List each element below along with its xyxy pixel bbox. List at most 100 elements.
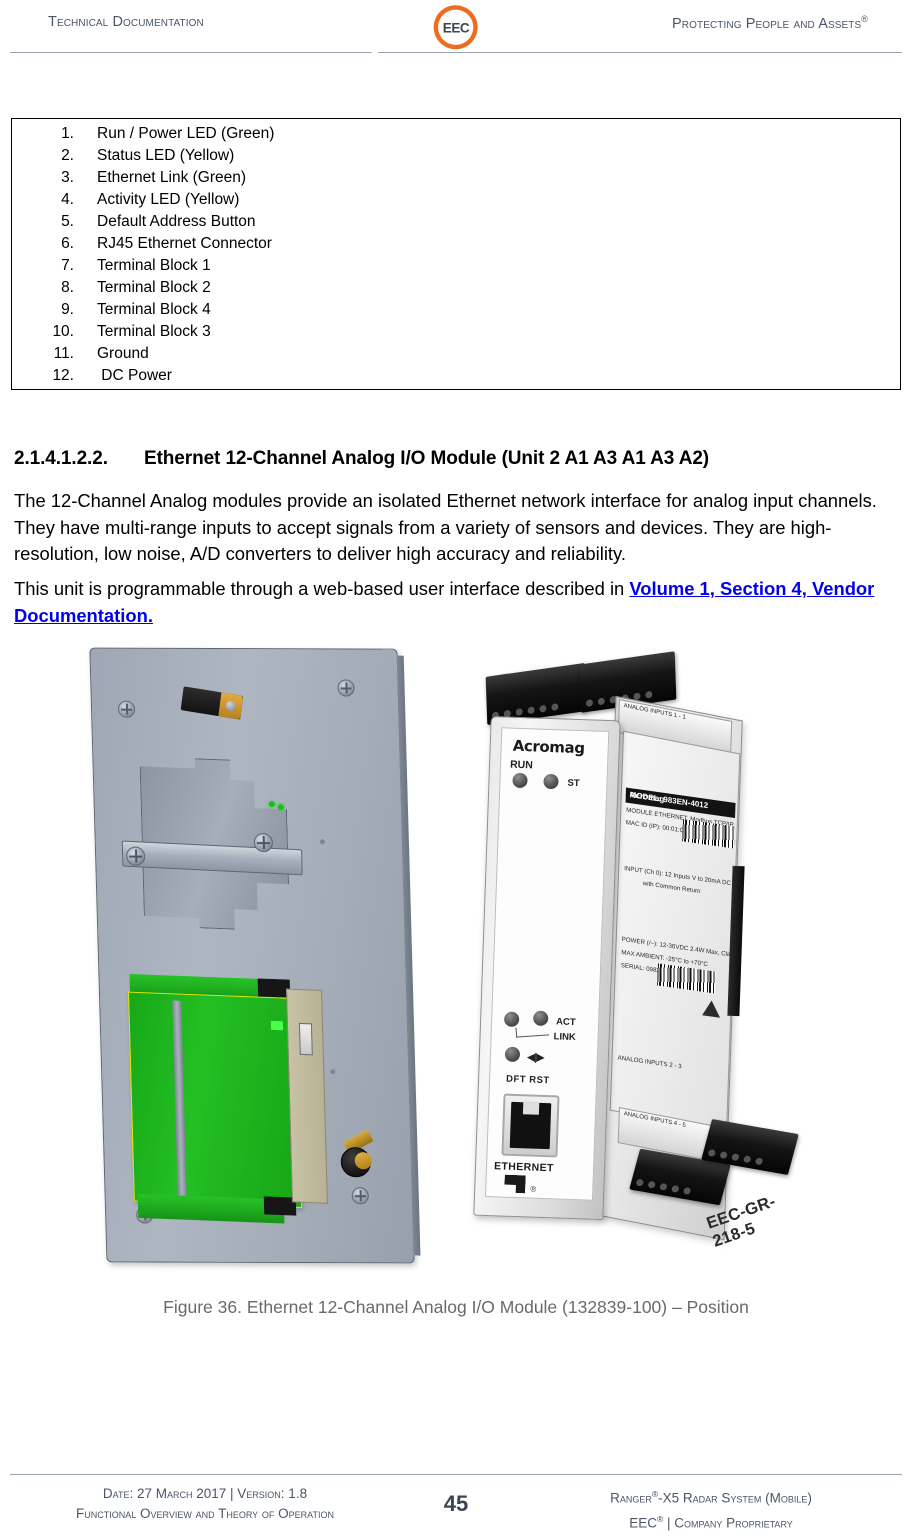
product-label-sticker: Acromag MODEL: 983EN-4012 MODULE ETHERNE…: [609, 730, 741, 1134]
status-label: ST: [567, 777, 580, 790]
svg-text:EEC: EEC: [443, 21, 470, 36]
list-item: 1. Run / Power LED (Green): [12, 123, 900, 145]
figure-image: ANALOG INPUTS 1 - 1 Acromag MODEL: 983EN…: [88, 636, 828, 1291]
link-label: LINK: [553, 1031, 576, 1044]
list-item-number: 10.: [52, 323, 74, 340]
list-item-number: 4.: [61, 191, 74, 208]
label-line: with Common Return: [642, 879, 701, 896]
acromag-brand-label: Acromag: [512, 736, 585, 758]
footer-right: Ranger®-X5 Radar System (Mobile) EEC® | …: [546, 1484, 876, 1533]
list-item-number: 7.: [61, 257, 74, 274]
paragraph-lead-text: This unit is programmable through a web-…: [14, 578, 630, 600]
list-item-label: Terminal Block 2: [97, 279, 211, 296]
list-item-label: DC Power: [97, 367, 172, 384]
module-face-led: [270, 1020, 284, 1031]
list-item-number: 11.: [53, 345, 74, 362]
list-item: 12. DC Power: [12, 365, 900, 387]
run-led-icon: [512, 772, 528, 789]
callout-list-box: 1. Run / Power LED (Green) 2. Status LED…: [11, 118, 901, 390]
screw-icon: [337, 679, 355, 697]
default-address-button[interactable]: [504, 1046, 521, 1063]
reset-arrows-icon: ◀|▶: [526, 1051, 544, 1064]
list-item: 6. RJ45 Ethernet Connector: [12, 233, 900, 255]
act-label: ACT: [555, 1016, 576, 1029]
mounting-plate-render: [89, 647, 421, 1264]
label-line: ANALOG INPUTS 2 - 3: [617, 1054, 682, 1071]
list-item-label: Ground: [97, 345, 149, 362]
ground-stud-gold: [218, 692, 244, 720]
product-suffix: -X5 Radar System (Mobile): [658, 1490, 812, 1506]
list-item-number: 1.: [61, 125, 74, 142]
green-led-indicator: [268, 801, 275, 808]
list-item-label: Terminal Block 3: [97, 323, 211, 340]
dft-rst-label: DFT RST: [505, 1073, 550, 1087]
rj45-ethernet-connector: [501, 1093, 560, 1158]
list-item: 9. Terminal Block 4: [12, 299, 900, 321]
list-item-label: Terminal Block 1: [97, 257, 211, 274]
module-face-panel: Acromag RUN ST ACT LINK ◀|▶ DFT RST ETHE…: [484, 727, 610, 1201]
list-item: 8. Terminal Block 2: [12, 277, 900, 299]
ethernet-network-icon: [504, 1175, 526, 1194]
list-item: 2. Status LED (Yellow): [12, 145, 900, 167]
link-led-icon: [532, 1010, 549, 1027]
footer-date-version: Date: 27 March 2017 | Version: 1.8: [102, 1486, 308, 1501]
terminal-strip-label: ANALOG INPUTS 1 - 1: [623, 702, 686, 722]
mounting-hole: [319, 839, 325, 845]
screw-icon: [125, 846, 146, 866]
footer-product-line: Ranger®-X5 Radar System (Mobile): [546, 1484, 876, 1509]
list-item-number: 8.: [61, 279, 74, 296]
header-divider-gap: [372, 52, 378, 53]
page-number: 45: [443, 1491, 469, 1516]
screw-icon: [351, 1187, 369, 1205]
rj45-socket: [509, 1101, 552, 1150]
header-tagline: Protecting People and Assets: [672, 15, 862, 32]
footer-divider: [10, 1474, 902, 1475]
run-label: RUN: [509, 758, 534, 772]
list-item-label: Default Address Button: [97, 213, 256, 230]
header-divider: [10, 52, 902, 53]
module-side-face: [285, 988, 328, 1204]
list-item-label: RJ45 Ethernet Connector: [97, 235, 272, 252]
ethernet-label: ETHERNET: [493, 1160, 555, 1175]
green-led-indicator: [277, 804, 284, 811]
list-item: 5. Default Address Button: [12, 211, 900, 233]
link-trace-line: [515, 1025, 550, 1038]
body-paragraph-2: This unit is programmable through a web-…: [14, 576, 898, 629]
list-item-label: Activity LED (Yellow): [97, 191, 240, 208]
product-name: Ranger: [610, 1490, 652, 1506]
footer-company-line: EEC® | Company Proprietary: [546, 1509, 876, 1534]
ground-lug: [340, 1147, 372, 1178]
module-switch: [298, 1022, 313, 1056]
section-number: 2.1.4.1.2.2.: [14, 447, 108, 469]
figure-area: ANALOG INPUTS 1 - 1 Acromag MODEL: 983EN…: [0, 636, 912, 1296]
list-item-label: Ethernet Link (Green): [97, 169, 247, 186]
footer-left: Date: 27 March 2017 | Version: 1.8 Funct…: [40, 1484, 370, 1524]
callout-list: 1. Run / Power LED (Green) 2. Status LED…: [12, 123, 900, 387]
list-item: 7. Terminal Block 1: [12, 255, 900, 277]
list-item: 3. Ethernet Link (Green): [12, 167, 900, 189]
list-item-number: 3.: [61, 169, 74, 186]
list-item-number: 6.: [61, 235, 74, 252]
footer-document-title: Functional Overview and Theory of Operat…: [75, 1506, 335, 1521]
list-item-number: 9.: [61, 301, 74, 318]
section-heading: 2.1.4.1.2.2. Ethernet 12-Channel Analog I…: [14, 448, 894, 470]
plate-edge: [396, 655, 421, 1256]
list-item-label: Run / Power LED (Green): [97, 125, 275, 142]
company-suffix: | Company Proprietary: [663, 1515, 793, 1530]
registered-mark-icon: ®: [861, 14, 868, 24]
eec-logo-icon: EEC: [433, 4, 479, 50]
page-header: Technical Documentation EEC Protecting P…: [0, 0, 912, 54]
page-footer: Date: 27 March 2017 | Version: 1.8 Funct…: [0, 1474, 912, 1540]
status-led-icon: [543, 773, 559, 790]
mounting-hole: [330, 1069, 336, 1075]
figure-caption: Figure 36. Ethernet 12-Channel Analog I/…: [163, 1297, 749, 1317]
body-paragraph-1: The 12-Channel Analog modules provide an…: [14, 490, 877, 565]
warning-triangle-icon: [702, 999, 721, 1018]
list-item: 11. Ground: [12, 343, 900, 365]
registered-mark-icon: ®: [530, 1184, 537, 1194]
list-item-number: 5.: [61, 213, 74, 230]
section-title: Ethernet 12-Channel Analog I/O Module (U…: [144, 447, 710, 469]
list-item: 4. Activity LED (Yellow): [12, 189, 900, 211]
screw-icon: [117, 700, 136, 718]
list-item-number: 12.: [52, 367, 74, 384]
